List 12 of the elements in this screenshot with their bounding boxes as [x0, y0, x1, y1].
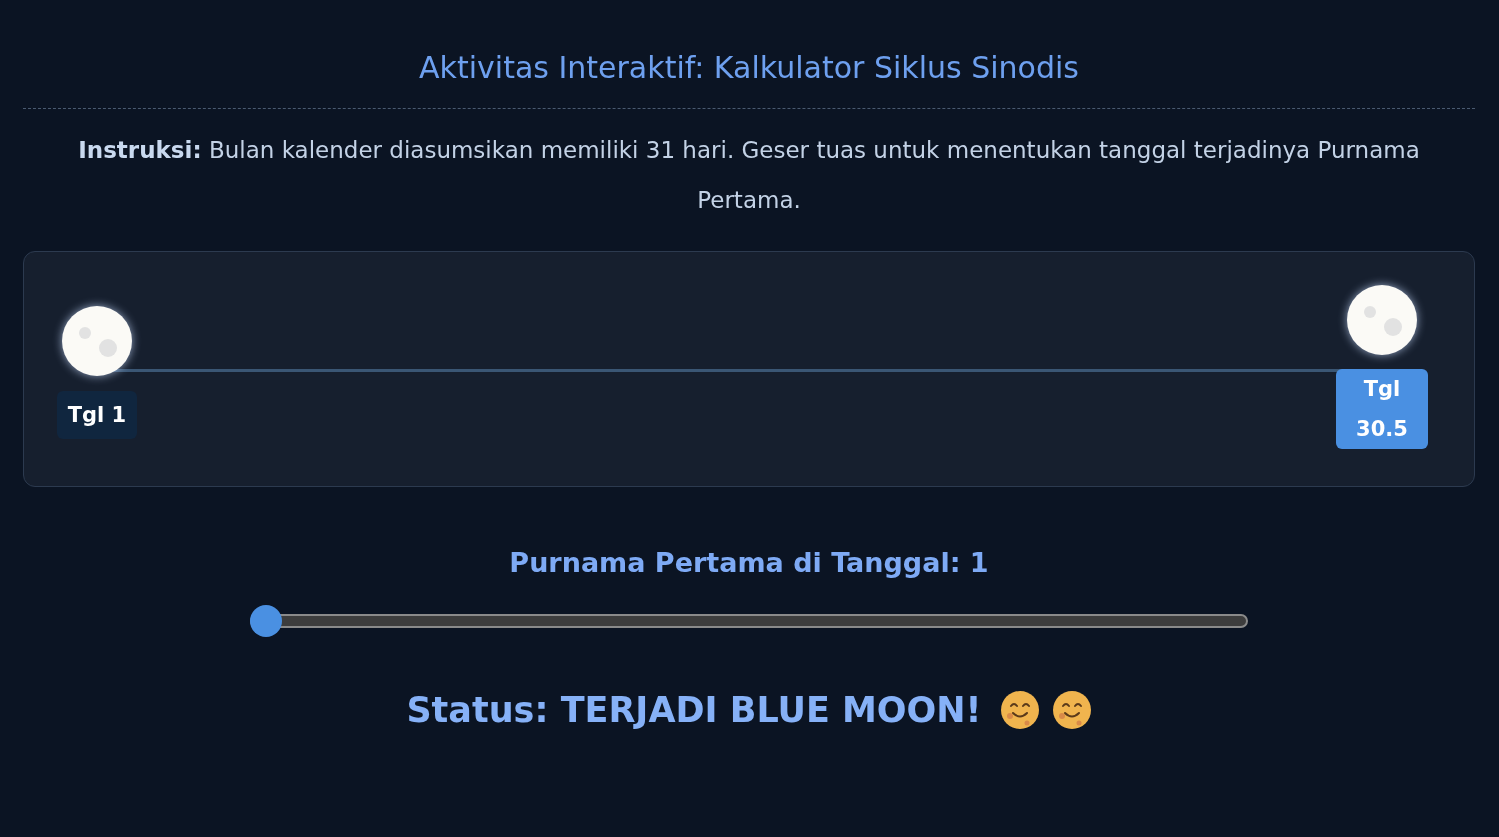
date-label: Tgl 1 [56, 391, 138, 439]
full-moon-icon [61, 305, 133, 377]
smiling-moon-icon [999, 690, 1040, 730]
smiling-moon-icon [1051, 690, 1092, 730]
slider-label: Purnama Pertama di Tanggal: 1 [508, 547, 990, 578]
date-slider[interactable] [250, 605, 1248, 637]
full-moon-icon [1346, 284, 1418, 356]
instruction-text: Instruksi: Bulan kalender diasumsikan memiliki 31 hari. Geser tuas untuk menentukan tanggal terjadinya Purnama Pertama. [77, 136, 1421, 215]
slider-thumb[interactable] [250, 605, 282, 637]
status-text: Status: TERJADI BLUE MOON! [406, 690, 982, 730]
date-label: Tgl 30.5 [1336, 369, 1428, 449]
activity-title: Aktivitas Interaktif: Kalkulator Siklus Sinodis [418, 50, 1080, 87]
